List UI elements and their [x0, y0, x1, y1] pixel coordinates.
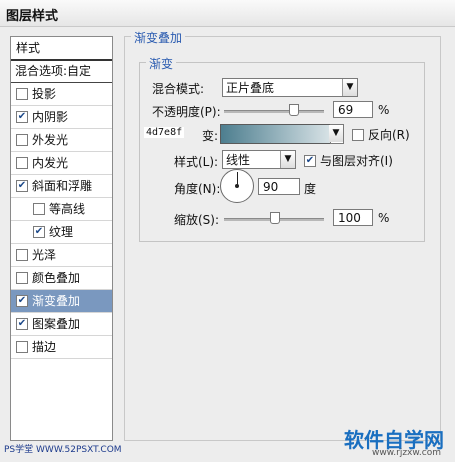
align-checkbox-box[interactable]: ✔ [304, 154, 316, 167]
align-label: 与图层对齐(I) [320, 154, 393, 168]
style-item[interactable]: 等高线 [11, 198, 112, 221]
style-item-label: 内阴影 [32, 110, 69, 124]
style-item-label: 光泽 [32, 248, 57, 262]
watermark-left: PS学堂 WWW.52PSXT.COM [4, 442, 122, 455]
angle-label: 角度(N): [174, 182, 221, 196]
checkbox[interactable]: ✔ [16, 179, 28, 192]
blending-options-item[interactable]: 混合选项:自定 [11, 61, 112, 83]
checkbox[interactable]: ✔ [33, 225, 45, 238]
gradient-preview[interactable] [220, 124, 344, 144]
angle-input[interactable]: 90 [258, 178, 300, 195]
opacity-slider[interactable] [224, 104, 324, 116]
styles-header[interactable]: 样式 [11, 37, 112, 61]
reverse-checkbox-box[interactable] [352, 128, 364, 141]
watermark-left-url: WWW.52PSXT.COM [36, 445, 122, 455]
style-item-label: 描边 [32, 340, 57, 354]
style-item[interactable]: ✔ 图案叠加 [11, 313, 112, 336]
scale-label: 缩放(S): [174, 213, 220, 227]
checkbox[interactable]: ✔ [16, 294, 28, 307]
gradient-group: 渐变 混合模式: 正片叠底 ▼ 不透明度(P): 69 % 4d7e8f 变: … [139, 55, 425, 242]
style-item[interactable]: 颜色叠加 [11, 267, 112, 290]
sub-title: 渐变 [146, 55, 177, 72]
style-item-label: 投影 [32, 87, 57, 101]
checkbox[interactable]: ✔ [16, 110, 28, 123]
style-item-label: 纹理 [49, 225, 74, 239]
style-item-label: 渐变叠加 [32, 294, 81, 308]
angle-unit: 度 [304, 182, 317, 196]
group-title: 渐变叠加 [131, 29, 186, 46]
opacity-input[interactable]: 69 [333, 101, 373, 118]
scale-slider-thumb[interactable] [270, 212, 280, 224]
chevron-down-icon: ▼ [342, 79, 357, 96]
scale-input[interactable]: 100 [333, 209, 373, 226]
style-item[interactable]: 内发光 [11, 152, 112, 175]
styles-list: 样式 混合选项:自定 投影 ✔ 内阴影外发光内发光 ✔ 斜面和浮雕等高线 ✔ 纹理光泽颜色叠… [10, 36, 113, 441]
chevron-down-icon: ▼ [329, 125, 343, 142]
scale-unit: % [378, 211, 390, 225]
checkbox[interactable]: ✔ [16, 317, 28, 330]
style-item-label: 内发光 [32, 156, 69, 170]
style-label: 样式(L): [174, 155, 219, 169]
opacity-slider-thumb[interactable] [289, 104, 299, 116]
style-item-label: 斜面和浮雕 [32, 179, 93, 193]
gradient-picker-button[interactable]: ▼ [329, 124, 344, 144]
blend-mode-value: 正片叠底 [226, 81, 275, 95]
angle-dial[interactable] [220, 169, 254, 203]
style-item[interactable]: 投影 [11, 83, 112, 106]
style-item[interactable]: 光泽 [11, 244, 112, 267]
gradient-overlay-panel: 渐变叠加 渐变 混合模式: 正片叠底 ▼ 不透明度(P): 69 % 4d7e8… [124, 29, 441, 441]
checkbox[interactable] [16, 340, 28, 353]
style-item[interactable]: ✔ 内阴影 [11, 106, 112, 129]
style-item-label: 颜色叠加 [32, 271, 81, 285]
style-item[interactable]: ✔ 纹理 [11, 221, 112, 244]
style-item-label: 等高线 [49, 202, 86, 216]
checkbox[interactable] [16, 248, 28, 261]
color-hex-label: 4d7e8f [144, 127, 185, 138]
reverse-checkbox[interactable]: 反向(R) [352, 126, 410, 143]
checkbox[interactable] [16, 87, 28, 100]
watermark-left-text: PS学堂 [4, 445, 34, 455]
checkbox[interactable] [16, 133, 28, 146]
style-select[interactable]: 线性 ▼ [222, 150, 296, 169]
blend-mode-select[interactable]: 正片叠底 ▼ [222, 78, 358, 97]
blend-mode-label: 混合模式: [152, 82, 205, 96]
style-item[interactable]: ✔ 斜面和浮雕 [11, 175, 112, 198]
window-title: 图层样式 [6, 9, 59, 24]
title-bar: 图层样式 [0, 0, 455, 27]
style-item[interactable]: 外发光 [11, 129, 112, 152]
opacity-label: 不透明度(P): [152, 105, 221, 119]
angle-dial-center [235, 184, 239, 188]
checkbox[interactable] [16, 156, 28, 169]
scale-slider[interactable] [224, 212, 324, 224]
style-value: 线性 [226, 153, 251, 167]
style-item-label: 图案叠加 [32, 317, 81, 331]
chevron-down-icon: ▼ [280, 151, 295, 168]
checkbox[interactable] [16, 271, 28, 284]
reverse-label: 反向(R) [368, 128, 410, 142]
opacity-unit: % [378, 103, 390, 117]
watermark-right-url: www.rjzxw.com [372, 448, 441, 458]
style-item-label: 外发光 [32, 133, 69, 147]
gradient-label: 变: [202, 129, 219, 143]
style-item[interactable]: ✔ 渐变叠加 [11, 290, 112, 313]
style-item[interactable]: 描边 [11, 336, 112, 359]
checkbox[interactable] [33, 202, 45, 215]
align-with-layer-checkbox[interactable]: ✔ 与图层对齐(I) [304, 152, 393, 169]
